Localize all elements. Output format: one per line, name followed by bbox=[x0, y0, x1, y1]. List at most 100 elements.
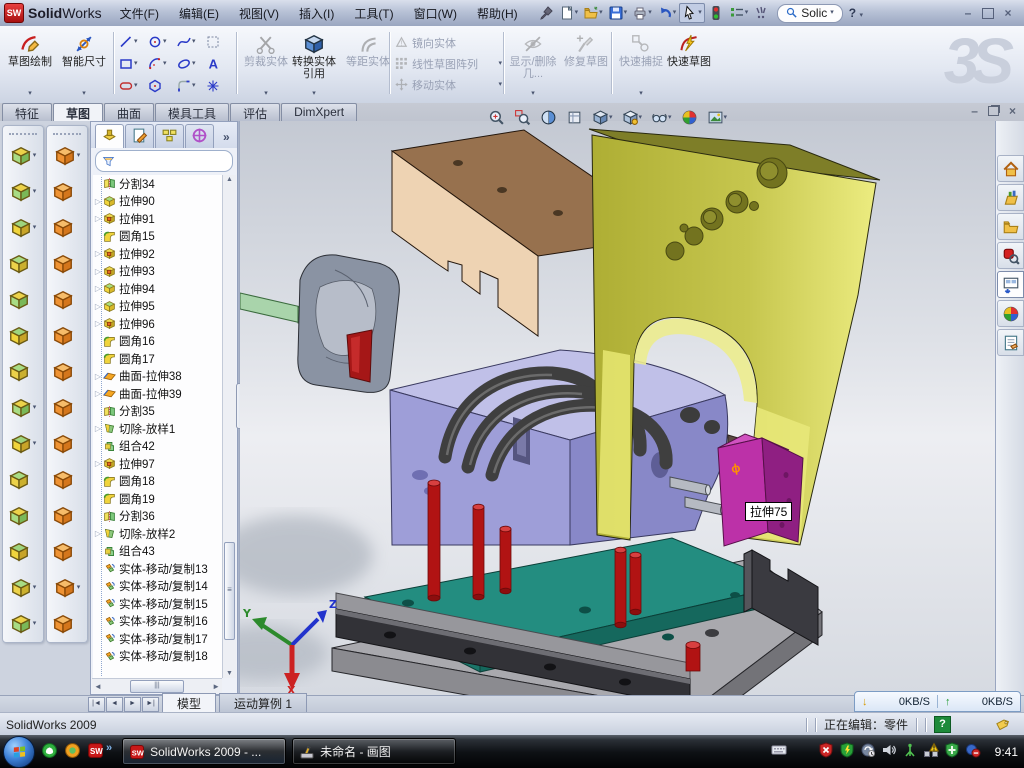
pin-button[interactable] bbox=[536, 4, 556, 22]
tree-item[interactable]: 实体-移动/复制18 bbox=[93, 648, 222, 666]
scroll-up-icon[interactable]: ▲ bbox=[223, 176, 236, 183]
undo-button[interactable]: ▾ bbox=[655, 4, 679, 22]
menu-item[interactable]: 帮助(H) bbox=[467, 5, 528, 22]
taskbar-button[interactable]: 未命名 - 画图 bbox=[292, 738, 456, 765]
tree-item[interactable]: 组合43 bbox=[93, 543, 222, 561]
revolved-boss-button[interactable]: ▾ bbox=[3, 210, 43, 246]
rapid-sketch-button[interactable]: 快速草图 bbox=[663, 29, 715, 99]
open-button[interactable]: ▾ bbox=[581, 4, 605, 22]
propertymanager-tab[interactable] bbox=[125, 124, 154, 148]
expand-arrow-icon[interactable]: ▷ bbox=[93, 389, 103, 398]
freeform-button[interactable] bbox=[47, 606, 87, 642]
hide-show-items-button[interactable]: ▾ bbox=[649, 108, 674, 127]
dimxpertmanager-tab[interactable] bbox=[185, 124, 214, 148]
tab-prev-button[interactable]: ◄ bbox=[106, 697, 123, 712]
parting-line-button[interactable] bbox=[47, 210, 87, 246]
menu-item[interactable]: 插入(I) bbox=[289, 5, 344, 22]
tree-filter-field[interactable] bbox=[95, 150, 233, 172]
featuremanager-design-tree-tab[interactable] bbox=[95, 124, 124, 148]
custom-properties-tab[interactable] bbox=[997, 329, 1024, 356]
tag-icon[interactable] bbox=[995, 717, 1010, 732]
display-delete-relations-button[interactable]: 显示/删除几... ▾ bbox=[507, 29, 559, 99]
tree-item[interactable]: ▷ 切除-放样2 bbox=[93, 525, 222, 543]
tree-item[interactable]: 实体-移动/复制15 bbox=[93, 595, 222, 613]
design-library-tab[interactable] bbox=[997, 184, 1024, 211]
select-button[interactable]: ▾ bbox=[679, 3, 705, 23]
add-ins-button[interactable] bbox=[751, 4, 771, 22]
graphics-viewport[interactable]: ▾▾▾▾ bbox=[240, 121, 995, 695]
view-orientation-button[interactable] bbox=[564, 108, 585, 127]
commandmanager-tab-曲面[interactable]: 曲面 bbox=[104, 103, 154, 121]
extruded-cut-button[interactable]: ▾ bbox=[3, 174, 43, 210]
quick-tips-icon[interactable]: ? bbox=[934, 716, 951, 733]
expand-arrow-icon[interactable]: ▷ bbox=[93, 319, 103, 328]
tree-item[interactable]: 实体-移动/复制16 bbox=[93, 613, 222, 631]
menu-item[interactable]: 窗口(W) bbox=[404, 5, 467, 22]
undercut-detection-button[interactable] bbox=[47, 282, 87, 318]
extruded-boss-button[interactable]: ▾ bbox=[3, 138, 43, 174]
circle-button[interactable]: ▾ bbox=[147, 31, 176, 53]
tree-item[interactable]: 圆角17 bbox=[93, 350, 222, 368]
quicklaunch-overflow-icon[interactable]: » bbox=[106, 742, 112, 754]
scene-button[interactable]: ▾ bbox=[705, 108, 730, 127]
section-view-button[interactable] bbox=[538, 108, 559, 127]
expand-arrow-icon[interactable]: ▷ bbox=[93, 302, 103, 311]
tree-item[interactable]: ▷ 拉伸92 bbox=[93, 245, 222, 263]
hole-wizard-button[interactable] bbox=[3, 354, 43, 390]
expand-arrow-icon[interactable]: ▷ bbox=[93, 529, 103, 538]
repair-sketch-button[interactable]: + 修复草图 bbox=[560, 29, 612, 99]
move-face-button[interactable]: ▾ bbox=[47, 570, 87, 606]
tree-item[interactable]: 分割35 bbox=[93, 403, 222, 421]
rebuild-button[interactable] bbox=[706, 4, 726, 22]
tray-antivirus-icon[interactable] bbox=[839, 742, 855, 761]
solidworks-resources-tab[interactable] bbox=[997, 155, 1024, 182]
tooling-split-button[interactable] bbox=[47, 426, 87, 462]
tree-item[interactable]: 圆角19 bbox=[93, 490, 222, 508]
tray-network-warning-icon[interactable] bbox=[923, 742, 939, 761]
print-button[interactable]: ▾ bbox=[630, 4, 654, 22]
menu-item[interactable]: 文件(F) bbox=[110, 5, 169, 22]
expand-arrow-icon[interactable]: ▷ bbox=[93, 214, 103, 223]
boundary-boss-button[interactable] bbox=[3, 318, 43, 354]
quicklaunch-messenger-button[interactable] bbox=[41, 742, 58, 762]
expand-arrow-icon[interactable]: ▷ bbox=[93, 197, 103, 206]
tray-keyboard-icon[interactable] bbox=[771, 742, 787, 761]
shell-button[interactable] bbox=[3, 534, 43, 570]
sketch-fillet-button[interactable]: ▾ bbox=[176, 75, 205, 97]
tab-last-button[interactable]: ►| bbox=[142, 697, 159, 712]
commandmanager-tab-模具工具[interactable]: 模具工具 bbox=[155, 103, 229, 121]
commandmanager-tab-特征[interactable]: 特征 bbox=[2, 103, 52, 121]
configurationmanager-tab[interactable] bbox=[155, 124, 184, 148]
sketch-button[interactable]: 草图绘制 ▾ bbox=[4, 29, 56, 99]
commandmanager-tab-草图[interactable]: 草图 bbox=[53, 103, 103, 121]
draft-analysis-button[interactable] bbox=[47, 246, 87, 282]
tree-item[interactable]: ▷ 拉伸93 bbox=[93, 263, 222, 281]
corner-rectangle-button[interactable]: ▾ bbox=[118, 53, 147, 75]
doc-tab-模型[interactable]: 模型 bbox=[162, 693, 216, 713]
straight-slot-button[interactable]: ▾ bbox=[118, 75, 147, 97]
draft-button[interactable]: ▾ bbox=[3, 390, 43, 426]
start-button[interactable] bbox=[3, 736, 35, 768]
tray-security-alert-icon[interactable] bbox=[818, 742, 834, 761]
search-box[interactable]: Solic ▾ bbox=[777, 4, 843, 23]
tray-volume-icon[interactable] bbox=[881, 742, 897, 761]
doc-tab-运动算例 1[interactable]: 运动算例 1 bbox=[219, 693, 307, 713]
planar-surface-button[interactable] bbox=[47, 354, 87, 390]
wrap-button[interactable]: ▾ bbox=[3, 570, 43, 606]
tree-item[interactable]: ▷ 拉伸94 bbox=[93, 280, 222, 298]
tree-item[interactable]: 实体-移动/复制14 bbox=[93, 578, 222, 596]
point-button[interactable] bbox=[205, 75, 234, 97]
zoom-fit-button[interactable] bbox=[486, 108, 507, 127]
split-line-button[interactable]: ▾ bbox=[47, 138, 87, 174]
rib-button[interactable] bbox=[3, 498, 43, 534]
file-explorer-tab[interactable] bbox=[997, 213, 1024, 240]
tray-sync-icon[interactable] bbox=[965, 742, 981, 761]
lofted-boss-button[interactable] bbox=[3, 282, 43, 318]
quicklaunch-launcher-button[interactable] bbox=[64, 742, 81, 762]
minimize-button[interactable]: – bbox=[960, 6, 976, 20]
menu-item[interactable]: 视图(V) bbox=[229, 5, 289, 22]
tree-item[interactable]: ▷ 拉伸90 bbox=[93, 193, 222, 211]
hscroll-thumb[interactable]: ||| bbox=[130, 680, 184, 693]
centerpoint-arc-button[interactable]: ▾ bbox=[147, 53, 176, 75]
tree-item[interactable]: 组合42 bbox=[93, 438, 222, 456]
